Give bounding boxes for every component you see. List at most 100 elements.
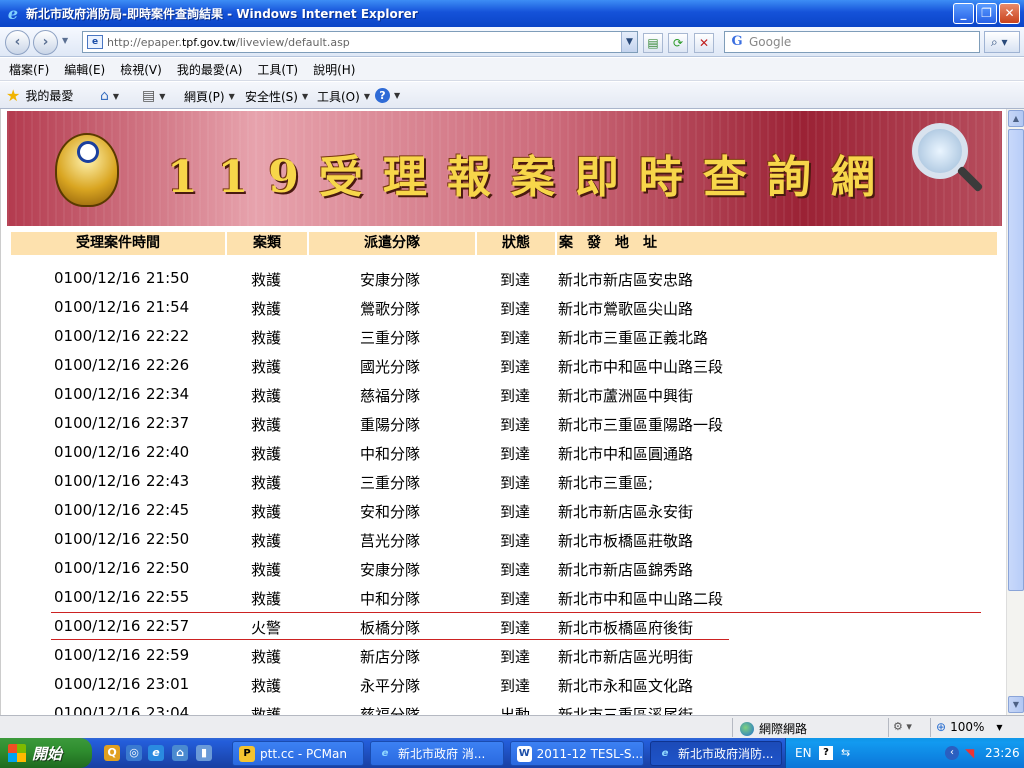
table-row: 0100/12/16 22:43 救護 三重分隊 到達 新北市三重區; [1,466,1006,495]
home-button[interactable]: ⌂ ▼ [100,88,119,104]
scroll-down-icon[interactable]: ▼ [1008,696,1024,713]
close-button[interactable]: ✕ [999,3,1020,24]
vertical-scrollbar[interactable]: ▲ ▼ [1006,109,1024,715]
table-row: 0100/12/16 22:55 救護 中和分隊 到達 新北市中和區中山路二段 [1,582,1006,611]
protected-mode-icon[interactable]: ⚙ ▾ [893,720,912,733]
cell-status: 到達 [500,445,531,463]
cell-time: 21:54 [146,298,190,316]
restore-button[interactable]: ❐ [976,3,997,24]
cell-unit: 新店分隊 [360,648,421,666]
status-bar: 網際網路 ⚙ ▾ ⊕ 100% ▼ [0,715,1024,738]
menu-favorites[interactable]: 我的最愛(A) [177,61,243,78]
help-button[interactable]: ? ▼ [375,88,400,103]
url-domain: tpf.gov.tw [181,35,236,49]
cell-type: 火警 [251,619,282,637]
scroll-thumb[interactable] [1008,129,1024,591]
search-input[interactable]: G Google [724,31,980,53]
task-ie-2[interactable]: e 新北市政府消防... [650,741,782,766]
minimize-button[interactable]: _ [953,3,974,24]
header-time: 受理案件時間 [11,232,227,255]
cell-status: 到達 [500,561,531,579]
cell-unit: 板橋分隊 [360,619,421,637]
compatibility-icon[interactable]: ▤ [643,33,663,53]
favorites-button[interactable]: ★ 我的最愛 [6,87,73,104]
antivirus-tray-icon[interactable]: ◥ [965,746,974,760]
menu-help[interactable]: 說明(H) [313,61,355,78]
network-tray-icon[interactable]: ⇆ [841,746,850,759]
stop-icon[interactable]: ✕ [694,33,714,53]
cell-unit: 中和分隊 [360,445,421,463]
quicklaunch-search-icon[interactable]: Q [104,745,120,761]
scroll-up-icon[interactable]: ▲ [1008,110,1024,127]
cell-addr: 新北市三重區; [558,474,654,492]
cell-type: 救護 [251,590,282,608]
task-word[interactable]: W 2011-12 TESL-S... [510,741,644,766]
tray-back-icon[interactable]: ‹ [945,746,959,760]
cell-type: 救護 [251,329,282,347]
cell-status: 到達 [500,300,531,318]
cell-date: 0100/12/16 [54,704,141,715]
cell-time: 22:34 [146,385,190,403]
url-input[interactable]: e http://epaper.tpf.gov.tw/liveview/defa… [82,31,638,53]
cell-date: 0100/12/16 [54,356,141,374]
quicklaunch-network-icon[interactable]: ⌂ [172,745,188,761]
safety-menu[interactable]: 安全性(S) ▼ [245,88,308,105]
header-status: 狀態 [477,232,557,255]
table-row: 0100/12/16 23:04 救護 慈福分隊 出動 新北市三重區溪尾街 [1,698,1006,715]
cell-type: 救護 [251,561,282,579]
cell-time: 22:43 [146,472,190,490]
menu-view[interactable]: 檢視(V) [120,61,162,78]
page-menu[interactable]: 網頁(P) ▼ [184,88,235,105]
cell-unit: 慈福分隊 [360,706,421,715]
cell-addr: 新北市新店區永安街 [558,503,694,521]
search-button[interactable]: ⌕ ▾ [984,31,1020,53]
header-unit: 派遣分隊 [309,232,477,255]
forward-button[interactable]: › [33,30,58,55]
printer-icon: ▤ [142,88,156,104]
zoom-icon: ⊕ [936,720,947,734]
back-button[interactable]: ‹ [5,30,30,55]
cell-unit: 三重分隊 [360,474,421,492]
cell-unit: 慈福分隊 [360,387,421,405]
task-pcman[interactable]: P ptt.cc - PCMan [232,741,364,766]
taskbar: 開始 Q ◎ e ⌂ ▮ P ptt.cc - PCMan e 新北市政府 消.… [0,738,1024,768]
cell-status: 到達 [500,648,531,666]
url-dropdown-icon[interactable]: ▼ [621,32,637,52]
security-zone[interactable]: 網際網路 [740,720,807,737]
table-row: 0100/12/16 22:22 救護 三重分隊 到達 新北市三重區正義北路 [1,321,1006,350]
history-dropdown-icon[interactable]: ▼ [62,36,68,45]
language-indicator[interactable]: EN [795,746,812,760]
menu-tools[interactable]: 工具(T) [257,61,298,78]
cell-addr: 新北市三重區正義北路 [558,329,709,347]
highlight-line-bottom [51,639,729,640]
task-ie-1[interactable]: e 新北市政府 消... [370,741,504,766]
window-titlebar: e 新北市政府消防局-即時案件查詢結果 - Windows Internet E… [0,0,1024,27]
cell-addr: 新北市中和區中山路二段 [558,590,724,608]
help-tray-icon[interactable]: ? [819,746,833,760]
menu-file[interactable]: 檔案(F) [9,61,49,78]
cell-addr: 新北市三重區重陽路一段 [558,416,724,434]
refresh-icon[interactable]: ⟳ [668,33,688,53]
table-header: 受理案件時間 案類 派遣分隊 狀態 案 發 地 址 [11,232,997,255]
cell-type: 救護 [251,706,282,715]
quicklaunch-app-icon[interactable]: ◎ [126,745,142,761]
cell-date: 0100/12/16 [54,559,141,577]
cell-status: 到達 [500,474,531,492]
tools-menu[interactable]: 工具(O) ▼ [317,88,370,105]
header-type: 案類 [227,232,309,255]
table-row: 0100/12/16 22:26 救護 國光分隊 到達 新北市中和區中山路三段 [1,350,1006,379]
command-bar: ★ 我的最愛 ⌂ ▼ ▤ ▼ 網頁(P) ▼ 安全性(S) ▼ 工具(O) ▼ ? ▼ [0,82,1024,109]
quicklaunch-ie-icon[interactable]: e [148,745,164,761]
cell-type: 救護 [251,474,282,492]
cell-date: 0100/12/16 [54,414,141,432]
table-row: 0100/12/16 22:45 救護 安和分隊 到達 新北市新店區永安街 [1,495,1006,524]
menu-edit[interactable]: 編輯(E) [64,61,105,78]
cell-type: 救護 [251,445,282,463]
cell-time: 22:22 [146,327,190,345]
start-button[interactable]: 開始 [0,738,92,768]
zoom-control[interactable]: ⊕ 100% ▼ [936,720,1003,734]
quicklaunch-media-icon[interactable]: ▮ [196,745,212,761]
cell-addr: 新北市板橋區莊敬路 [558,532,694,550]
print-button[interactable]: ▤ ▼ [142,88,165,104]
highlight-line-top [51,612,981,613]
